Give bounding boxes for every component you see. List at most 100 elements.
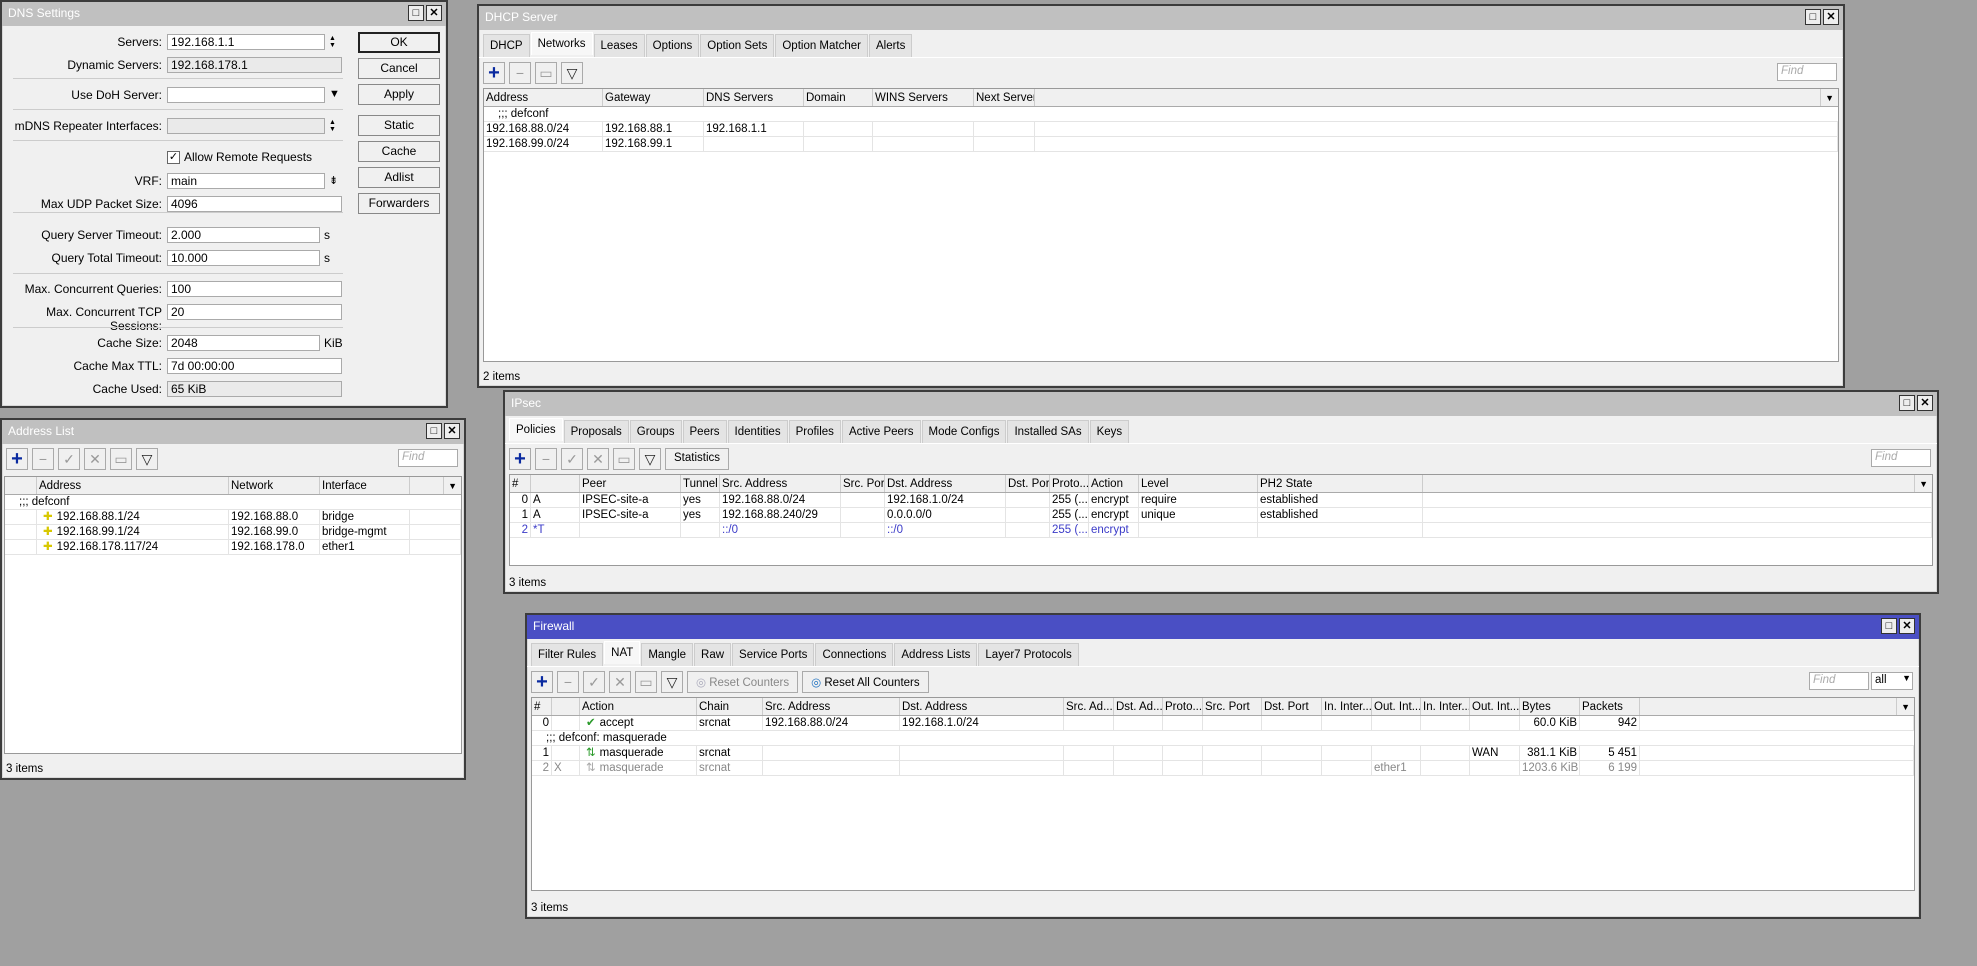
tab-service-ports[interactable]: Service Ports (732, 643, 815, 666)
maximize-icon[interactable]: □ (426, 423, 442, 439)
column-header[interactable]: Src. Port (841, 475, 885, 492)
column-header[interactable]: Dst. Port (1006, 475, 1050, 492)
comment-row[interactable]: ;;; defconf (484, 107, 1838, 122)
column-header[interactable]: Proto... (1163, 698, 1203, 715)
column-header[interactable]: Proto... (1050, 475, 1089, 492)
dhcp-title-bar[interactable]: DHCP Server □ ✕ (479, 6, 1843, 30)
tab-profiles[interactable]: Profiles (788, 420, 841, 443)
tab-peers[interactable]: Peers (682, 420, 727, 443)
column-header[interactable]: Action (580, 698, 697, 715)
column-header[interactable]: WINS Servers (873, 89, 974, 106)
column-header[interactable]: Out. Int... (1372, 698, 1421, 715)
column-header[interactable]: In. Inter... (1421, 698, 1470, 715)
tab-dhcp[interactable]: DHCP (483, 34, 530, 57)
column-header[interactable]: Dst. Address (885, 475, 1006, 492)
maximize-icon[interactable]: □ (1805, 9, 1821, 25)
maximize-icon[interactable]: □ (408, 5, 424, 21)
column-header[interactable]: Gateway (603, 89, 704, 106)
field-input[interactable]: 10.000 (167, 250, 320, 266)
column-menu-icon[interactable]: ▼ (444, 477, 461, 494)
maximize-icon[interactable]: □ (1881, 618, 1897, 634)
column-header[interactable]: Network (229, 477, 320, 494)
tab-proposals[interactable]: Proposals (563, 420, 629, 443)
firewall-title-bar[interactable]: Firewall □ ✕ (527, 615, 1919, 639)
disable-icon[interactable]: ✕ (84, 448, 106, 470)
remove-icon[interactable]: − (557, 671, 579, 693)
column-header[interactable]: Bytes (1520, 698, 1580, 715)
updown-icon[interactable]: ▲▼ (329, 35, 337, 49)
close-icon[interactable]: ✕ (1917, 395, 1933, 411)
comment-icon[interactable]: ▭ (613, 448, 635, 470)
column-header[interactable]: Action (1089, 475, 1139, 492)
column-header[interactable]: Out. Int... (1470, 698, 1520, 715)
dropdown-icon[interactable]: ▼ (329, 88, 340, 100)
column-header[interactable]: # (532, 698, 552, 715)
ipsec-title-bar[interactable]: IPsec □ ✕ (505, 392, 1937, 416)
field-input[interactable]: 4096 (167, 196, 342, 212)
tab-options[interactable]: Options (645, 34, 700, 57)
column-menu-icon[interactable]: ▼ (1897, 698, 1914, 715)
column-header[interactable]: Address (484, 89, 603, 106)
column-header[interactable]: Domain (804, 89, 873, 106)
filter-select[interactable]: all ▼ (1871, 672, 1913, 690)
comment-icon[interactable]: ▭ (535, 62, 557, 84)
table-row[interactable]: 0 ✔ accept srcnat 192.168.88.0/24 192.168.1.0… (532, 716, 1914, 731)
add-icon[interactable]: + (531, 671, 553, 693)
tab-option-matcher[interactable]: Option Matcher (775, 34, 868, 57)
filter-icon[interactable]: ▽ (136, 448, 158, 470)
column-header[interactable]: Interface (320, 477, 410, 494)
column-header[interactable]: Next Server (974, 89, 1035, 106)
enable-icon[interactable]: ✓ (561, 448, 583, 470)
adlist-button[interactable]: Adlist (358, 167, 440, 188)
table-row[interactable]: ✚ 192.168.178.117/24 192.168.178.0 ether1 (5, 540, 461, 555)
table-row[interactable]: 192.168.88.0/24 192.168.88.1 192.168.1.1 (484, 122, 1838, 137)
column-header[interactable]: Dst. Address (900, 698, 1064, 715)
remove-icon[interactable]: − (509, 62, 531, 84)
field-input[interactable]: 100 (167, 281, 342, 297)
comment-row[interactable]: ;;; defconf: masquerade (532, 731, 1914, 746)
tab-nat[interactable]: NAT (604, 641, 641, 664)
tab-networks[interactable]: Networks (530, 32, 593, 55)
find-input[interactable]: Find (1809, 672, 1869, 690)
column-header[interactable]: Address (37, 477, 229, 494)
field-input[interactable]: 2048 (167, 335, 320, 351)
allow-remote-checkbox[interactable]: ✓ (167, 151, 180, 164)
comment-icon[interactable]: ▭ (110, 448, 132, 470)
close-icon[interactable]: ✕ (426, 5, 442, 21)
table-row[interactable]: 0 A IPSEC-site-a yes 192.168.88.0/24 192.168.… (510, 493, 1932, 508)
dns-title-bar[interactable]: DNS Settings □ ✕ (2, 2, 446, 26)
filter-icon[interactable]: ▽ (661, 671, 683, 693)
table-row[interactable]: 1 A IPSEC-site-a yes 192.168.88.240/29 0.0.0.… (510, 508, 1932, 523)
column-header[interactable]: DNS Servers (704, 89, 804, 106)
tab-active-peers[interactable]: Active Peers (841, 420, 921, 443)
comment-icon[interactable]: ▭ (635, 671, 657, 693)
updown-icon[interactable]: ▲▼ (329, 119, 337, 133)
tab-mode-configs[interactable]: Mode Configs (921, 420, 1007, 443)
column-header[interactable] (1035, 89, 1822, 106)
field-input[interactable]: 2.000 (167, 227, 320, 243)
column-menu-icon[interactable]: ▼ (1821, 89, 1838, 106)
enable-icon[interactable]: ✓ (58, 448, 80, 470)
tab-alerts[interactable]: Alerts (868, 34, 913, 57)
field-input[interactable]: main (167, 173, 325, 189)
column-header[interactable]: Tunnel (681, 475, 720, 492)
column-menu-icon[interactable]: ▼ (1915, 475, 1932, 492)
close-icon[interactable]: ✕ (1899, 618, 1915, 634)
column-header[interactable]: Src. Ad... (1064, 698, 1114, 715)
tab-groups[interactable]: Groups (629, 420, 682, 443)
tab-policies[interactable]: Policies (509, 418, 563, 441)
column-header[interactable]: In. Inter... (1322, 698, 1372, 715)
tab-installed-sas[interactable]: Installed SAs (1007, 420, 1089, 443)
reset-all-counters-button[interactable]: ◎ Reset All Counters (802, 671, 929, 693)
column-header[interactable]: # (510, 475, 531, 492)
column-header[interactable]: Dst. Ad... (1114, 698, 1163, 715)
column-header[interactable]: Src. Port (1203, 698, 1262, 715)
tab-identities[interactable]: Identities (727, 420, 788, 443)
column-header[interactable] (1423, 475, 1916, 492)
field-input[interactable]: 7d 00:00:00 (167, 358, 342, 374)
disable-icon[interactable]: ✕ (609, 671, 631, 693)
address-list-title-bar[interactable]: Address List □ ✕ (2, 420, 464, 444)
add-icon[interactable]: + (483, 62, 505, 84)
maximize-icon[interactable]: □ (1899, 395, 1915, 411)
column-header[interactable] (552, 698, 580, 715)
